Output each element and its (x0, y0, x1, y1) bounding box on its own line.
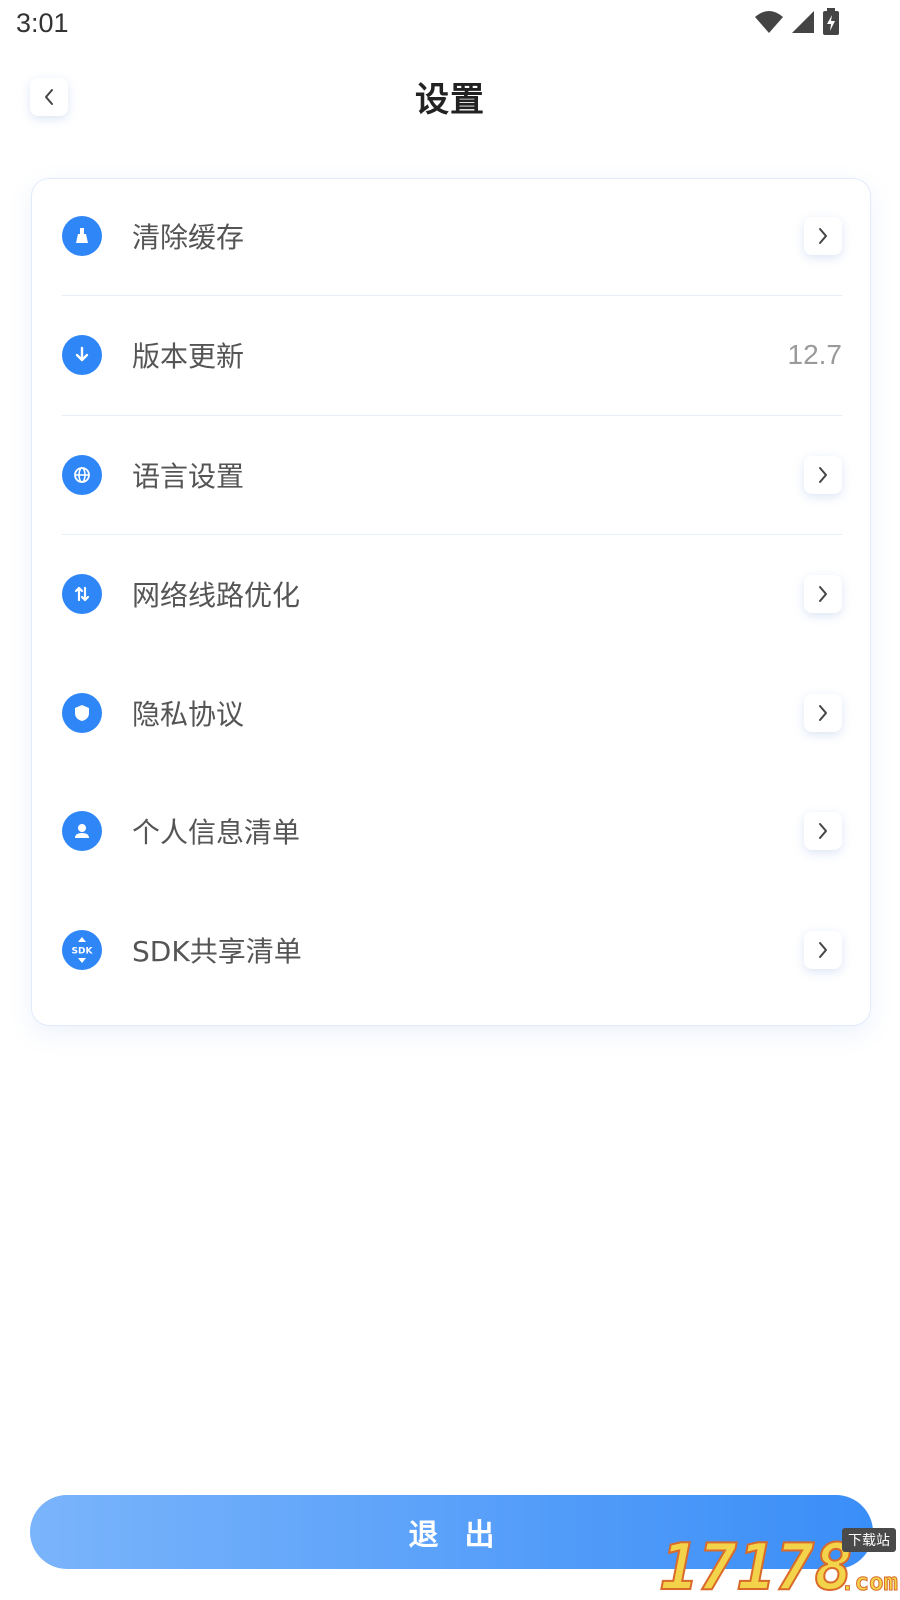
download-arrow-icon (62, 335, 102, 375)
settings-item-label: 网络线路优化 (132, 579, 301, 612)
globe-icon (62, 455, 102, 495)
settings-item-version-update[interactable]: 版本更新 12.7 (62, 325, 842, 385)
page-title: 设置 (415, 80, 485, 120)
battery-charging-icon (823, 8, 839, 35)
broom-icon (62, 216, 102, 256)
divider (62, 295, 842, 296)
status-time: 3:01 (16, 8, 69, 38)
chevron-right-icon[interactable] (804, 694, 842, 732)
settings-item-label: 隐私协议 (132, 698, 245, 731)
settings-item-sdk-share-list[interactable]: SDK SDK共享清单 (62, 920, 842, 980)
chevron-right-icon[interactable] (804, 456, 842, 494)
status-icons (754, 8, 840, 36)
svg-text:SDK: SDK (72, 947, 94, 957)
settings-item-label: 版本更新 (132, 340, 245, 373)
person-icon (62, 811, 102, 851)
chevron-right-icon[interactable] (804, 931, 842, 969)
wifi-icon (755, 11, 783, 33)
settings-item-label: 清除缓存 (132, 221, 245, 254)
watermark-suffix: .com (840, 1568, 899, 1597)
divider (62, 534, 842, 535)
version-number: 12.7 (787, 339, 843, 370)
sdk-icon: SDK (62, 930, 102, 970)
settings-item-label: SDK共享清单 (132, 935, 302, 968)
chevron-right-icon[interactable] (804, 812, 842, 850)
swap-vertical-icon (62, 574, 102, 614)
settings-item-label: 个人信息清单 (132, 816, 301, 849)
settings-item-language-settings[interactable]: 语言设置 (62, 445, 842, 505)
settings-card: 清除缓存 版本更新 12.7 语言设置 网络线路优化 隐私协议 个人信息清单 S… (31, 178, 871, 1026)
settings-item-network-route-optimize[interactable]: 网络线路优化 (62, 564, 842, 624)
settings-item-personal-info-list[interactable]: 个人信息清单 (62, 801, 842, 861)
chevron-right-icon[interactable] (804, 575, 842, 613)
settings-item-clear-cache[interactable]: 清除缓存 (62, 206, 842, 266)
watermark-number: 17178 (659, 1531, 854, 1600)
watermark-logo: 17178 下载站 .com (659, 1528, 900, 1600)
divider (62, 415, 842, 416)
status-bar: 3:01 (0, 0, 900, 50)
settings-item-label: 语言设置 (132, 460, 245, 493)
settings-item-privacy-policy[interactable]: 隐私协议 (62, 683, 842, 743)
chevron-right-icon[interactable] (804, 217, 842, 255)
watermark-tag: 下载站 (842, 1528, 896, 1552)
cellular-signal-icon (792, 11, 814, 33)
shield-icon (62, 693, 102, 733)
